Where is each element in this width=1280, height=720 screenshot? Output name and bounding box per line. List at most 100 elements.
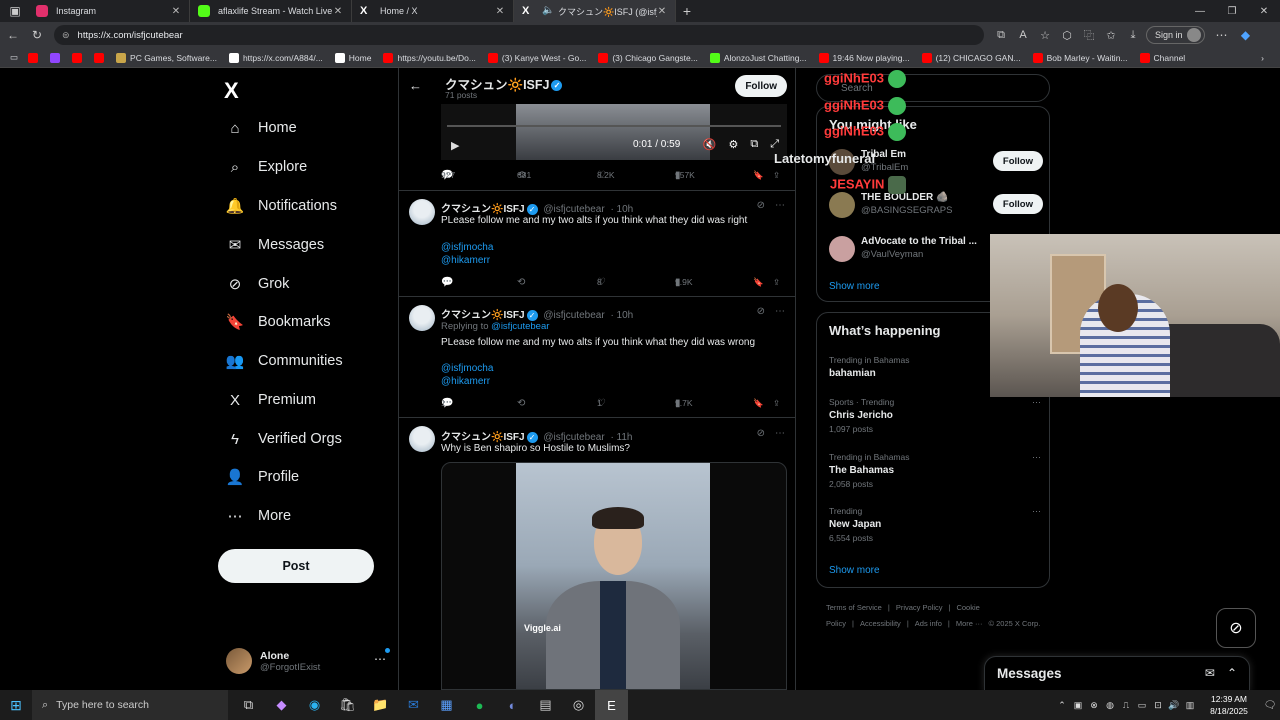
close-tab-icon[interactable]: ✕: [333, 6, 343, 17]
bookmark-item[interactable]: (12) CHICAGO GAN...: [921, 52, 1021, 63]
browser-menu-icon[interactable]: ⋯: [1211, 24, 1233, 46]
language-icon[interactable]: ▥: [1182, 700, 1198, 711]
bookmarks-menu-icon[interactable]: ▭: [10, 52, 18, 63]
bookmark-item[interactable]: [28, 52, 42, 63]
bookmark-icon[interactable]: 🔖: [753, 170, 764, 181]
sign-in-button[interactable]: Sign in: [1146, 26, 1205, 44]
messages-drawer[interactable]: Messages ✉ ⌃: [984, 656, 1250, 692]
obs-app-icon[interactable]: ◎: [562, 690, 595, 720]
bookmark-item[interactable]: PC Games, Software...: [116, 52, 217, 63]
bookmark-item[interactable]: [50, 52, 64, 63]
grok-icon[interactable]: ⊘: [757, 306, 765, 317]
tweet-time[interactable]: · 10h: [610, 310, 633, 321]
refresh-icon[interactable]: ↻: [26, 24, 48, 46]
grok-icon[interactable]: ⊘: [757, 200, 765, 211]
bookmark-item[interactable]: [72, 52, 86, 63]
hidden-icons-chevron-icon[interactable]: ⌃: [1054, 700, 1070, 711]
bookmark-item[interactable]: (3) Kanye West - Go...: [487, 52, 586, 63]
more-options-icon[interactable]: ⋯: [775, 200, 785, 211]
minimize-icon[interactable]: —: [1184, 0, 1216, 22]
usb-icon[interactable]: ⎍: [1118, 700, 1134, 711]
speaker-icon[interactable]: 🔈: [542, 5, 554, 17]
nav-item-verified-orgs[interactable]: ϟ Verified Orgs: [226, 430, 342, 448]
more-bookmarks-chevron-icon[interactable]: ›: [1261, 53, 1264, 63]
nav-item-explore[interactable]: ⌕ Explore: [226, 158, 307, 176]
bookmark-item[interactable]: AlonzoJust Chatting...: [709, 52, 807, 63]
footer-link[interactable]: Ads info: [915, 619, 942, 628]
trend-item[interactable]: Trending New Japan 6,554 posts ⋯: [829, 506, 1041, 543]
suggestion-item[interactable]: THE BOULDER 🪨 @BASINGSEGRAPS Follow: [829, 190, 1043, 220]
tweet-author-name[interactable]: クマシュン🔆ISFJ: [441, 204, 525, 215]
nav-item-messages[interactable]: ✉ Messages: [226, 236, 324, 254]
trend-item[interactable]: Sports · Trending Chris Jericho 1,097 po…: [829, 397, 1041, 434]
browser-tab-home-x[interactable]: X Home / X ✕: [352, 0, 514, 22]
favorites-icon[interactable]: ✩: [1102, 29, 1120, 42]
footer-link[interactable]: Privacy Policy: [896, 603, 943, 612]
more-options-icon[interactable]: ⋯: [374, 652, 386, 666]
copilot-app-icon[interactable]: ◆: [265, 690, 298, 720]
nav-item-notifications[interactable]: 🔔 Notifications: [226, 197, 337, 215]
url-field[interactable]: ⊜ https://x.com/isfjcutebear: [54, 25, 984, 45]
more-options-icon[interactable]: ⋯: [1032, 506, 1041, 517]
epic-games-app-icon[interactable]: E: [595, 690, 628, 720]
tweet-author-handle[interactable]: @isfjcutebear: [543, 310, 604, 321]
account-switcher[interactable]: Alone @ForgotIExist ⋯: [226, 646, 390, 676]
new-message-icon[interactable]: ✉: [1205, 666, 1215, 680]
share-icon[interactable]: ⇪: [773, 398, 780, 409]
store-app-icon[interactable]: 🛍: [331, 690, 364, 720]
outlook-app-icon[interactable]: ✉: [397, 690, 430, 720]
tweet-avatar[interactable]: [409, 305, 435, 331]
back-icon[interactable]: ←: [2, 24, 24, 46]
nav-item-grok[interactable]: ⊘ Grok: [226, 275, 290, 293]
nav-item-more[interactable]: ⋯ More: [226, 507, 292, 525]
tray-app-icon[interactable]: ▣: [1070, 700, 1086, 711]
footer-link[interactable]: © 2025 X Corp.: [989, 619, 1041, 628]
bookmark-icon[interactable]: 🔖: [753, 398, 764, 409]
notifications-icon[interactable]: 🗨: [1260, 700, 1280, 711]
bookmark-icon[interactable]: 🔖: [753, 277, 764, 288]
video-player[interactable]: ▶ 0:01 / 0:59 🔇 ⚙ ⧉ ⤢: [441, 104, 787, 160]
tab-actions-icon[interactable]: ▣: [2, 0, 28, 22]
close-window-icon[interactable]: ✕: [1248, 0, 1280, 22]
fullscreen-icon[interactable]: ⤢: [770, 138, 779, 151]
browser-tab-instagram[interactable]: Instagram ✕: [28, 0, 190, 22]
bookmark-item[interactable]: Bob Marley - Waitin...: [1032, 52, 1128, 63]
trend-item[interactable]: Trending in Bahamas The Bahamas 2,058 po…: [829, 452, 1041, 489]
more-options-icon[interactable]: ⋯: [775, 428, 785, 439]
video-progress-bar[interactable]: [447, 125, 781, 127]
tweet-author-name[interactable]: クマシュン🔆ISFJ: [441, 310, 525, 321]
taskbar-clock[interactable]: 12:39 AM 8/18/2025: [1198, 693, 1260, 717]
bookmark-item[interactable]: Home: [334, 52, 371, 63]
nav-item-premium[interactable]: X Premium: [226, 391, 316, 409]
grok-fab-icon[interactable]: ⊘: [1216, 608, 1256, 648]
calculator-app-icon[interactable]: ▦: [430, 690, 463, 720]
footer-link[interactable]: More ···: [956, 619, 983, 628]
new-tab-button[interactable]: +: [676, 3, 698, 19]
play-icon[interactable]: ▶: [451, 139, 459, 152]
network-icon[interactable]: ⊡: [1150, 700, 1166, 711]
follow-button[interactable]: Follow: [992, 194, 1043, 214]
task-view-icon[interactable]: ⧉: [232, 690, 265, 720]
mention-link[interactable]: @hikamerr: [441, 376, 490, 387]
close-tab-icon[interactable]: ✕: [171, 6, 181, 17]
volume-icon[interactable]: 🔊: [1166, 700, 1182, 711]
tray-network-off-icon[interactable]: ⊗: [1086, 700, 1102, 711]
close-tab-icon[interactable]: ✕: [495, 6, 505, 17]
discord-app-icon[interactable]: ◐: [496, 690, 529, 720]
follow-button[interactable]: Follow: [992, 151, 1043, 171]
follow-button[interactable]: Follow: [735, 75, 787, 97]
mute-icon[interactable]: 🔇: [703, 138, 717, 151]
suggestion-item[interactable]: Tribal Em @TribalEm Follow: [829, 147, 1043, 177]
read-aloud-icon[interactable]: A: [1014, 29, 1032, 41]
show-more-link[interactable]: Show more: [829, 281, 880, 292]
nav-item-bookmarks[interactable]: 🔖 Bookmarks: [226, 313, 331, 331]
search-input[interactable]: Search: [816, 74, 1050, 102]
tweet-avatar[interactable]: [409, 199, 435, 225]
bookmark-item[interactable]: 19:46 Now playing...: [818, 52, 910, 63]
downloads-icon[interactable]: ⤓: [1124, 29, 1142, 42]
replying-to-link[interactable]: @isfjcutebear: [491, 321, 549, 332]
mention-link[interactable]: @hikamerr: [441, 255, 490, 266]
bookmark-item[interactable]: https://youtu.be/Do...: [383, 52, 476, 63]
x-logo-icon[interactable]: X: [224, 78, 239, 104]
tweet[interactable]: クマシュン🔆ISFJ ✓ @isfjcutebear · 10h ⊘ ⋯ Repl…: [399, 296, 795, 417]
